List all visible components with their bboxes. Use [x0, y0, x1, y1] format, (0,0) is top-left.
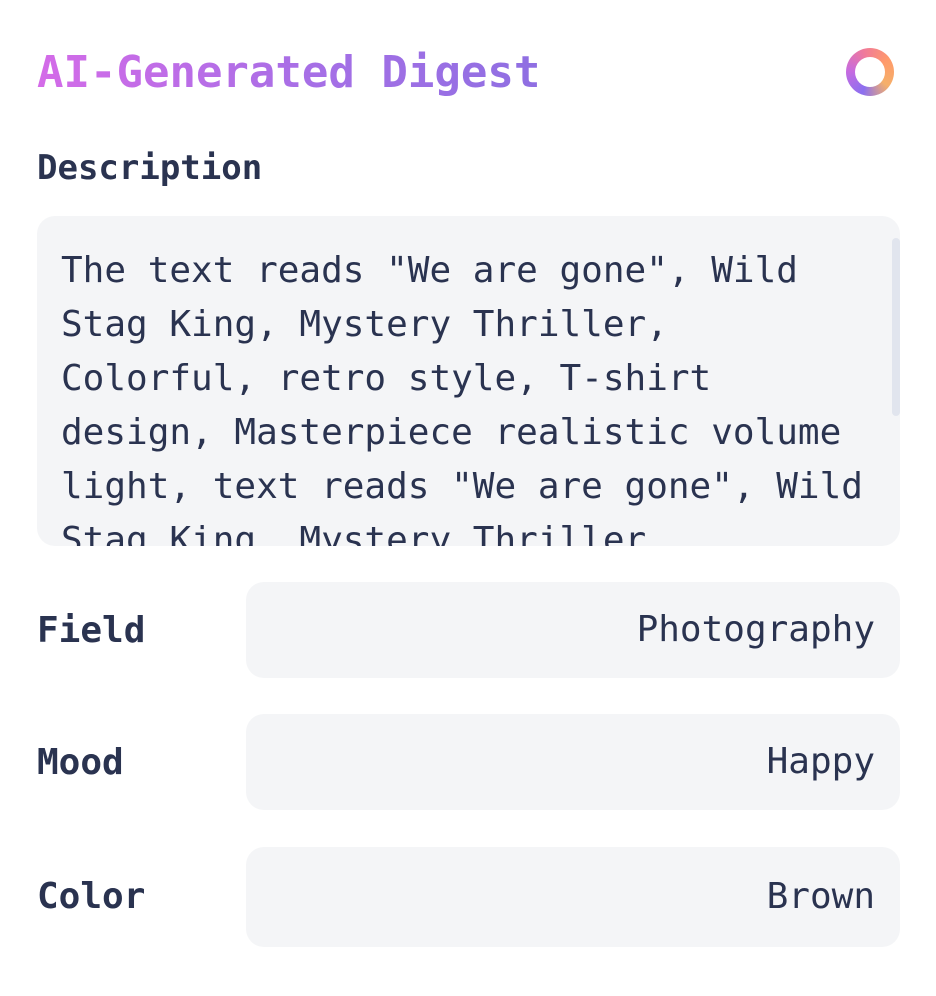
- description-scrollbar[interactable]: [892, 238, 900, 416]
- description-textbox[interactable]: The text reads "We are gone", Wild Stag …: [37, 216, 900, 546]
- mood-label: Mood: [37, 742, 124, 783]
- color-label: Color: [37, 876, 146, 917]
- description-text: The text reads "We are gone", Wild Stag …: [61, 250, 863, 546]
- field-label: Field: [37, 610, 146, 651]
- description-label: Description: [37, 148, 263, 188]
- color-value: Brown: [766, 876, 875, 917]
- mood-value-box[interactable]: Happy: [246, 714, 900, 810]
- digest-panel: AI-Generated Digest Description The text…: [0, 0, 936, 996]
- page-title: AI-Generated Digest: [37, 40, 540, 106]
- field-value-box[interactable]: Photography: [246, 582, 900, 678]
- color-value-box[interactable]: Brown: [246, 847, 900, 947]
- loading-ring-icon: [846, 48, 894, 96]
- field-value: Photography: [636, 609, 875, 650]
- mood-value: Happy: [766, 741, 875, 782]
